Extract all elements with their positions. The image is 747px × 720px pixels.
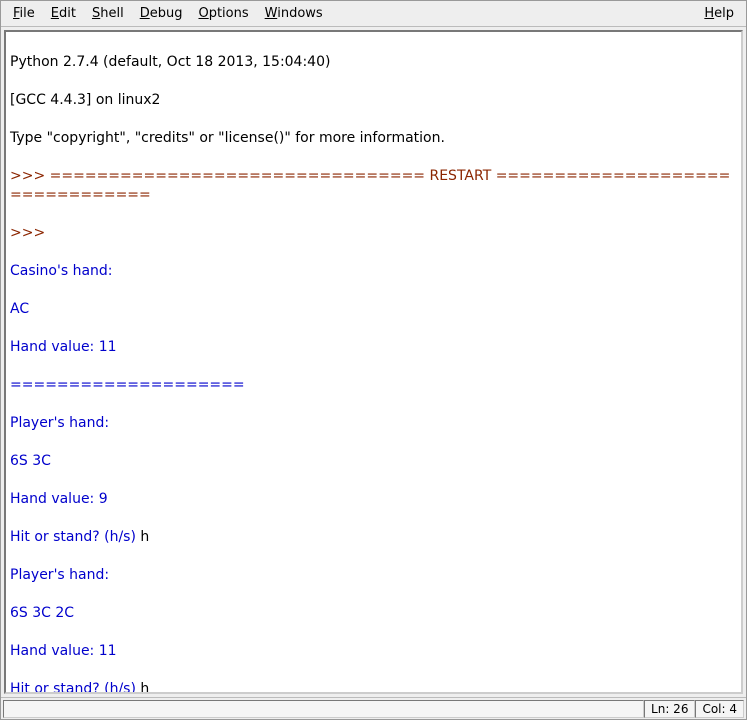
user-input: h: [140, 681, 149, 694]
menu-shell[interactable]: Shell: [84, 4, 132, 23]
restart-line: >>> ================================ RES…: [10, 167, 737, 205]
status-col: Col: 4: [695, 700, 744, 718]
menubar: File Edit Shell Debug Options Windows He…: [1, 1, 746, 27]
output-line: Casino's hand:: [10, 262, 737, 281]
restart-banner: ================================ RESTART…: [10, 168, 730, 203]
statusbar: Ln: 26 Col: 4: [1, 697, 746, 719]
banner-line: Python 2.7.4 (default, Oct 18 2013, 15:0…: [10, 53, 737, 72]
user-input: h: [140, 529, 149, 545]
menu-edit[interactable]: Edit: [43, 4, 84, 23]
output-line: Hand value: 9: [10, 490, 737, 509]
menu-debug[interactable]: Debug: [132, 4, 191, 23]
status-line: Ln: 26: [644, 700, 695, 718]
menu-file[interactable]: File: [5, 4, 43, 23]
banner-line: Type "copyright", "credits" or "license(…: [10, 129, 737, 148]
output-line: Player's hand:: [10, 414, 737, 433]
prompt-text: Hit or stand? (h/s): [10, 529, 140, 545]
prompt-text: Hit or stand? (h/s): [10, 681, 140, 694]
output-line: Player's hand:: [10, 566, 737, 585]
output-line: 6S 3C 2C: [10, 604, 737, 623]
prompt-line: >>>: [10, 224, 737, 243]
output-line: Hit or stand? (h/s) h: [10, 680, 737, 694]
content-wrap: Python 2.7.4 (default, Oct 18 2013, 15:0…: [1, 27, 746, 697]
output-line: 6S 3C: [10, 452, 737, 471]
status-spacer: [3, 700, 644, 718]
output-line: Hand value: 11: [10, 338, 737, 357]
output-line: Hit or stand? (h/s) h: [10, 528, 737, 547]
menu-options[interactable]: Options: [190, 4, 256, 23]
terminal[interactable]: Python 2.7.4 (default, Oct 18 2013, 15:0…: [4, 30, 743, 694]
prompt: >>>: [10, 168, 50, 184]
menu-windows[interactable]: Windows: [257, 4, 331, 23]
idle-window: File Edit Shell Debug Options Windows He…: [0, 0, 747, 720]
menu-help[interactable]: Help: [696, 4, 742, 23]
output-line: AC: [10, 300, 737, 319]
output-line: ====================: [10, 376, 737, 395]
output-line: Hand value: 11: [10, 642, 737, 661]
banner-line: [GCC 4.4.3] on linux2: [10, 91, 737, 110]
